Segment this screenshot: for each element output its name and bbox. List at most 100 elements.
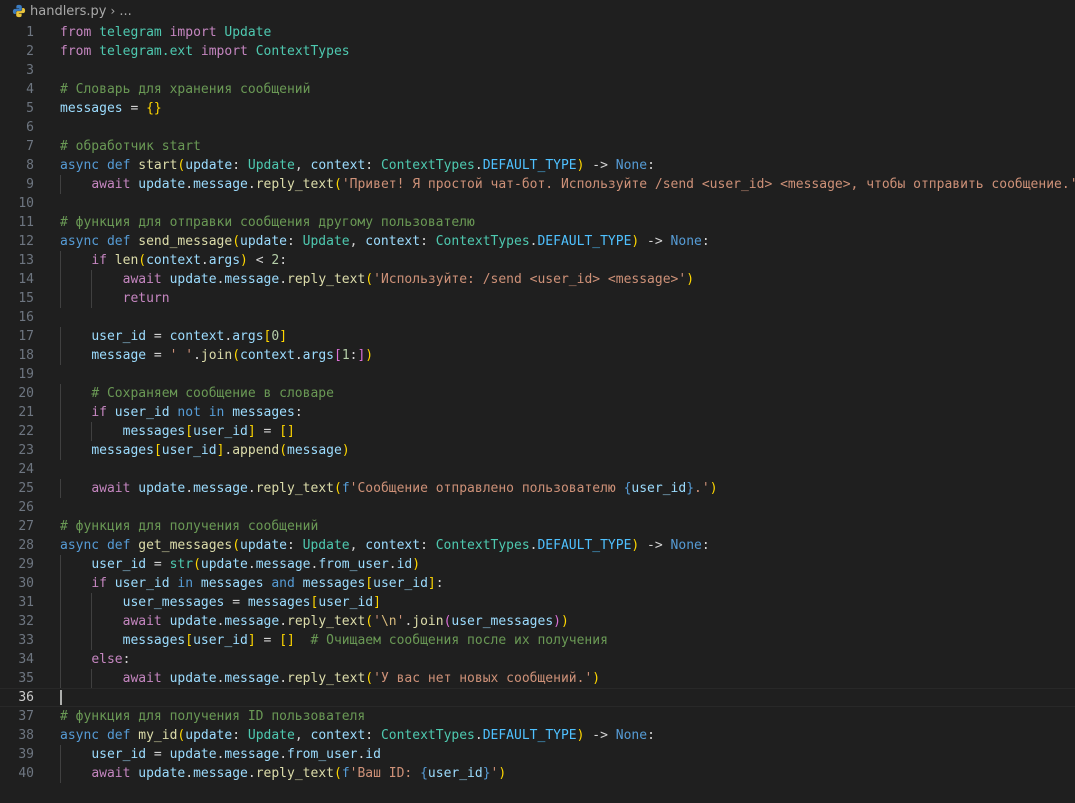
line-number: 40	[18, 766, 34, 781]
code-line[interactable]: 23 messages[user_id].append(message)	[0, 441, 1075, 460]
code-line[interactable]: 40 await update.message.reply_text(f'Ваш…	[0, 764, 1075, 783]
code-token: def	[106, 728, 131, 743]
code-token: f	[341, 766, 350, 781]
code-token: reply_text	[287, 272, 366, 287]
code-token: if	[91, 253, 107, 268]
line-number: 12	[18, 234, 34, 249]
code-token: import	[169, 25, 217, 40]
code-text: if len(context.args) < 2:	[60, 251, 287, 270]
code-token: :	[279, 253, 288, 268]
code-line[interactable]: 4 # Словарь для хранения сообщений	[0, 80, 1075, 99]
code-token: :	[701, 538, 710, 553]
code-token: :	[122, 652, 131, 667]
line-number: 2	[26, 44, 34, 59]
code-line[interactable]: 18 message = ' '.join(context.args[1:])	[0, 346, 1075, 365]
code-line[interactable]: 3	[0, 61, 1075, 80]
code-token: messages	[122, 424, 186, 439]
code-line[interactable]: 29 user_id = str(update.message.from_use…	[0, 555, 1075, 574]
code-line[interactable]: 22 messages[user_id] = []	[0, 422, 1075, 441]
code-token: context	[146, 253, 201, 268]
code-line[interactable]: 8 async def start(update: Update, context…	[0, 156, 1075, 175]
code-token: ->	[639, 234, 671, 249]
code-line[interactable]: 9 await update.message.reply_text('Приве…	[0, 175, 1075, 194]
code-token: =	[224, 595, 248, 610]
code-line[interactable]: 16	[0, 308, 1075, 327]
line-number: 8	[26, 158, 34, 173]
code-token: None	[670, 538, 702, 553]
code-text: # функция для получения сообщений	[60, 517, 318, 536]
code-token: update	[169, 747, 217, 762]
code-text: return	[60, 289, 170, 308]
code-token: message	[224, 671, 280, 686]
code-text: messages[user_id] = [] # Очищаем сообщен…	[60, 631, 608, 650]
code-line[interactable]: 13 if len(context.args) < 2:	[0, 251, 1075, 270]
breadcrumb-file[interactable]: handlers.py	[30, 4, 107, 19]
code-line[interactable]: 30 if user_id in messages and messages[u…	[0, 574, 1075, 593]
code-line[interactable]: 27 # функция для получения сообщений	[0, 517, 1075, 536]
code-line[interactable]: 19	[0, 365, 1075, 384]
code-token: user_id	[114, 576, 170, 591]
code-token: [	[333, 348, 342, 363]
code-line[interactable]: 6	[0, 118, 1075, 137]
code-line[interactable]: 21 if user_id not in messages:	[0, 403, 1075, 422]
code-token: update	[169, 614, 217, 629]
code-line[interactable]: 1 from telegram import Update	[0, 23, 1075, 42]
code-token: args	[302, 348, 334, 363]
code-token: .	[279, 614, 288, 629]
breadcrumb-more[interactable]: ...	[119, 4, 131, 19]
code-line[interactable]: 10	[0, 194, 1075, 213]
code-line[interactable]: 32 await update.message.reply_text('\n'.…	[0, 612, 1075, 631]
code-line[interactable]: 25 await update.message.reply_text(f'Соо…	[0, 479, 1075, 498]
code-line[interactable]: 38 async def my_id(update: Update, contex…	[0, 726, 1075, 745]
code-token: )	[709, 481, 718, 496]
code-token: '	[373, 614, 381, 629]
code-line[interactable]: 28 async def get_messages(update: Update,…	[0, 536, 1075, 555]
code-token: }	[686, 481, 695, 496]
code-line[interactable]: 39 user_id = update.message.from_user.id	[0, 745, 1075, 764]
code-line[interactable]: 31 user_messages = messages[user_id]	[0, 593, 1075, 612]
code-line[interactable]: 5 messages = {}	[0, 99, 1075, 118]
code-line[interactable]: 7 # обработчик start	[0, 137, 1075, 156]
code-line[interactable]: 26	[0, 498, 1075, 517]
code-line[interactable]: 2 from telegram.ext import ContextTypes	[0, 42, 1075, 61]
code-line[interactable]: 20 # Сохраняем сообщение в словаре	[0, 384, 1075, 403]
code-line[interactable]: 17 user_id = context.args[0]	[0, 327, 1075, 346]
code-token: return	[122, 291, 170, 306]
code-token: (	[333, 481, 342, 496]
code-token: from_user	[318, 557, 389, 572]
code-line[interactable]: 37 # функция для получения ID пользовател…	[0, 707, 1075, 726]
code-line[interactable]: 11 # функция для отправки сообщения друго…	[0, 213, 1075, 232]
code-token: update	[138, 766, 186, 781]
breadcrumb: handlers.py › ...	[0, 0, 1075, 22]
code-line[interactable]: 24	[0, 460, 1075, 479]
code-line[interactable]: 36	[0, 688, 1075, 707]
code-text: user_id = update.message.from_user.id	[60, 745, 381, 764]
code-line[interactable]: 35 await update.message.reply_text('У ва…	[0, 669, 1075, 688]
code-token: messages	[122, 633, 186, 648]
code-text: messages[user_id] = []	[60, 422, 295, 441]
code-token: and	[271, 576, 295, 591]
code-text: async def start(update: Update, context:…	[60, 156, 655, 175]
code-line[interactable]: 14 await update.message.reply_text('Испо…	[0, 270, 1075, 289]
code-line[interactable]: 34 else:	[0, 650, 1075, 669]
code-token: ,	[349, 538, 366, 553]
code-token: reply_text	[255, 177, 334, 192]
code-editor[interactable]: 1 from telegram import Update 2 from telegr…	[0, 23, 1075, 803]
code-token: (	[365, 272, 374, 287]
code-token: update	[138, 177, 186, 192]
code-line[interactable]: 12 async def send_message(update: Update,…	[0, 232, 1075, 251]
code-token: [	[185, 633, 194, 648]
code-line[interactable]: 33 messages[user_id] = [] # Очищаем сооб…	[0, 631, 1075, 650]
code-token: async	[60, 234, 100, 249]
code-line[interactable]: 15 return	[0, 289, 1075, 308]
line-number: 24	[18, 462, 34, 477]
code-token: context	[169, 329, 225, 344]
